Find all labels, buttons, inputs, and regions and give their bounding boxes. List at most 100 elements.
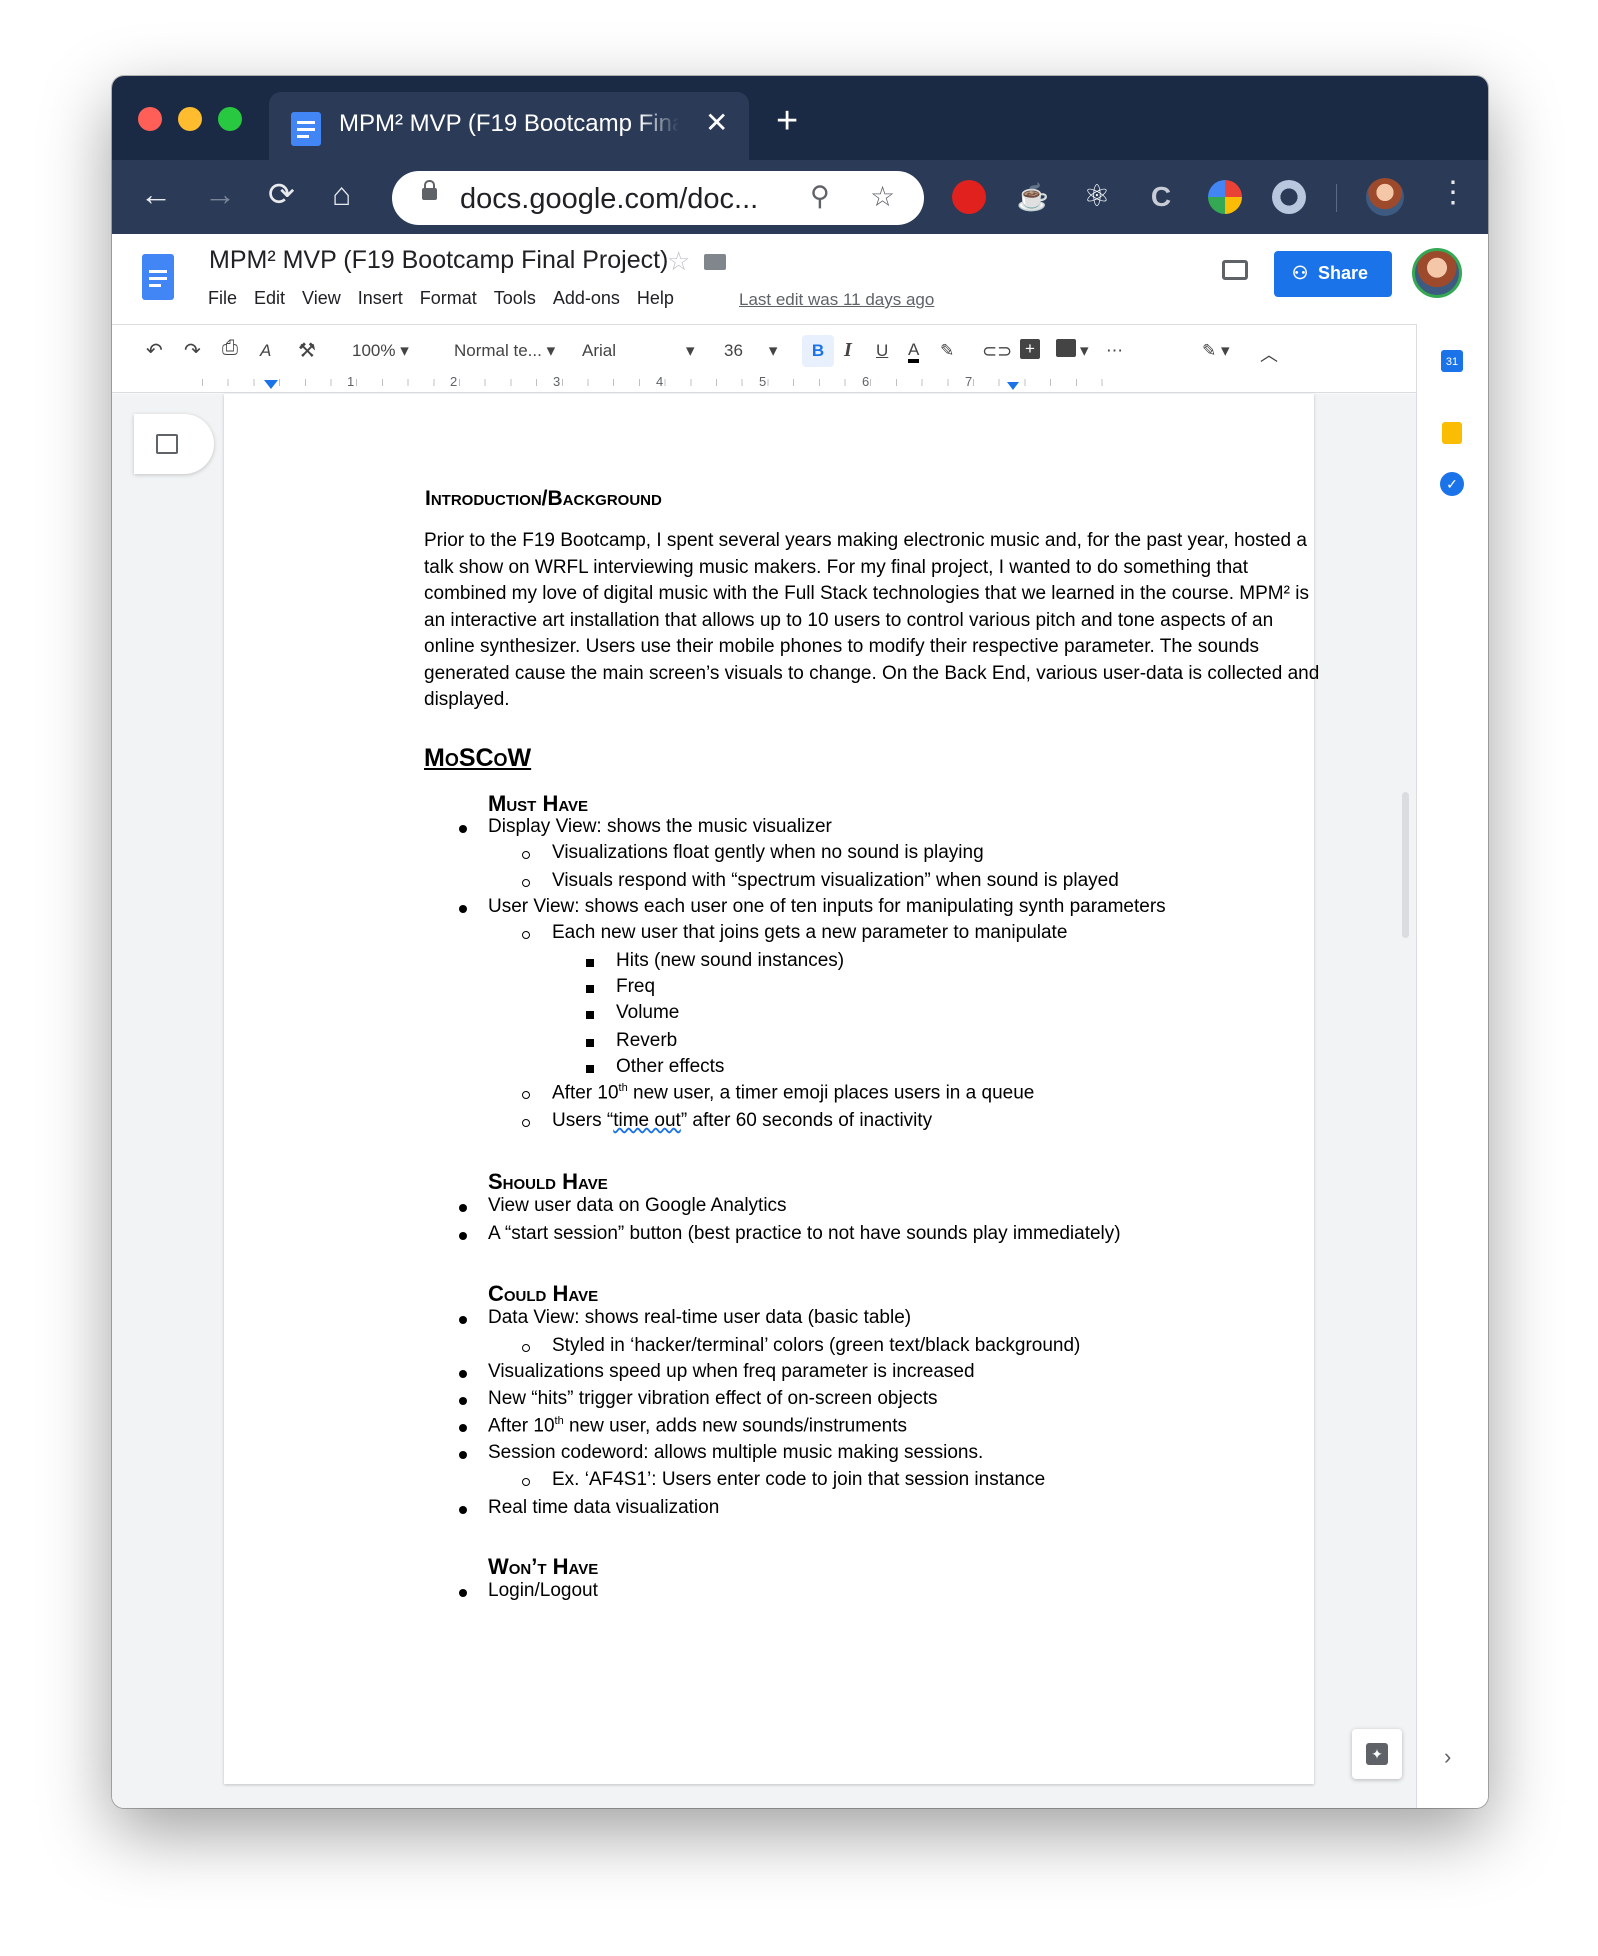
- folder-icon[interactable]: [704, 254, 726, 270]
- editing-mode-icon[interactable]: ✎ ▾: [1202, 341, 1230, 361]
- react-devtools-icon[interactable]: ⚛: [1080, 180, 1114, 214]
- list-item: Users “time out” after 60 seconds of ina…: [552, 1110, 932, 1132]
- list-item: Hits (new sound instances): [616, 950, 845, 971]
- explore-button[interactable]: ✦: [1352, 1729, 1402, 1779]
- ordinal-suffix: th: [554, 1415, 564, 1427]
- browser-menu-icon[interactable]: ⋮: [1438, 178, 1468, 208]
- left-indent-marker[interactable]: [264, 380, 278, 389]
- ruler-label: 2: [450, 374, 458, 389]
- spellcheck-icon[interactable]: A: [260, 341, 271, 361]
- underline-button[interactable]: U: [876, 341, 888, 361]
- keep-icon[interactable]: [1442, 422, 1462, 444]
- list-item: Styled in ‘hacker/terminal’ colors (gree…: [552, 1335, 1081, 1356]
- sync-extension-icon[interactable]: [1272, 180, 1306, 214]
- more-icon[interactable]: ⋯: [1106, 341, 1123, 361]
- right-indent-marker[interactable]: [1007, 382, 1019, 390]
- circle-bullet: [522, 1478, 530, 1486]
- close-window-button[interactable]: [138, 107, 162, 131]
- should-have-heading: Should Have: [488, 1169, 608, 1194]
- document-page[interactable]: Introduction/Background Prior to the F19…: [224, 394, 1319, 1784]
- editing-toolbar: ↶ ↷ ⎙ A ⚒ 100% ▾ Normal te... ▾ Arial ▾ 3…: [112, 324, 1416, 377]
- square-bullet: [586, 1011, 594, 1019]
- zoom-window-button[interactable]: [218, 107, 242, 131]
- could-have-heading: Could Have: [488, 1281, 599, 1306]
- menu-tools[interactable]: Tools: [494, 288, 536, 308]
- after-prefix: After 10: [488, 1415, 555, 1437]
- intro-line: talk show on WRFL interviewing music mak…: [424, 557, 1249, 578]
- style-select[interactable]: Normal te... ▾: [454, 341, 555, 361]
- home-icon[interactable]: ⌂: [332, 178, 351, 210]
- share-button[interactable]: Share ⚇: [1274, 251, 1392, 297]
- account-avatar[interactable]: [1412, 248, 1462, 298]
- menu-edit[interactable]: Edit: [254, 288, 285, 308]
- image-dropdown-icon[interactable]: ▾: [1080, 341, 1089, 361]
- italic-button[interactable]: I: [844, 339, 852, 362]
- timeout-prefix: Users “: [552, 1110, 614, 1131]
- menu-file[interactable]: File: [208, 288, 237, 308]
- paint-format-icon[interactable]: ⚒: [298, 338, 316, 363]
- menu-format[interactable]: Format: [420, 288, 477, 308]
- circle-bullet: [522, 1344, 530, 1352]
- menu-insert[interactable]: Insert: [358, 288, 403, 308]
- list-item: Each new user that joins gets a new para…: [552, 922, 1068, 943]
- font-size-value: 36: [724, 341, 743, 360]
- tasks-icon[interactable]: ✓: [1440, 472, 1464, 496]
- adblock-extension-icon[interactable]: [952, 180, 986, 214]
- print-icon[interactable]: ⎙: [222, 337, 238, 360]
- bullet: [459, 1232, 467, 1240]
- colorful-extension-icon[interactable]: [1208, 180, 1242, 214]
- text-color-button[interactable]: A: [908, 341, 920, 363]
- google-docs-logo-icon[interactable]: [142, 254, 174, 300]
- bullet: [459, 1370, 467, 1378]
- bullet: [459, 905, 467, 913]
- reload-icon[interactable]: ⟳: [268, 178, 295, 210]
- font-size-select[interactable]: 36 ▾: [724, 341, 777, 361]
- java-extension-icon[interactable]: ☕: [1016, 180, 1050, 214]
- codeium-extension-icon[interactable]: C: [1144, 180, 1178, 214]
- menu-view[interactable]: View: [302, 288, 341, 308]
- link-icon[interactable]: ⊂⊃: [982, 341, 1012, 362]
- collapse-menus-icon[interactable]: ︿: [1260, 341, 1278, 367]
- square-bullet: [586, 1065, 594, 1073]
- redo-icon[interactable]: ↷: [184, 338, 201, 363]
- back-arrow-icon[interactable]: ←: [140, 178, 172, 210]
- add-comment-icon[interactable]: +: [1020, 339, 1040, 359]
- docs-header: MPM² MVP (F19 Bootcamp Final Project) ☆ …: [112, 234, 1488, 324]
- bullet: [459, 1316, 467, 1324]
- document-title[interactable]: MPM² MVP (F19 Bootcamp Final Project): [209, 246, 668, 275]
- list-item: Reverb: [616, 1030, 678, 1051]
- star-icon[interactable]: ☆: [667, 246, 690, 277]
- expand-panel-icon[interactable]: ›: [1444, 1744, 1451, 1770]
- calendar-icon[interactable]: 31: [1441, 350, 1463, 372]
- circle-bullet: [522, 1119, 530, 1127]
- list-item: Visuals respond with “spectrum visualiza…: [552, 870, 1119, 891]
- font-select[interactable]: Arial ▾: [582, 341, 695, 361]
- list-item: Login/Logout: [488, 1580, 598, 1601]
- outline-button[interactable]: [134, 414, 214, 474]
- zoom-icon[interactable]: ⚲: [810, 181, 830, 212]
- menu-addons[interactable]: Add-ons: [553, 288, 620, 308]
- last-edit-link[interactable]: Last edit was 11 days ago: [739, 290, 934, 310]
- minimize-window-button[interactable]: [178, 107, 202, 131]
- forward-arrow-icon[interactable]: →: [204, 178, 236, 210]
- browser-tab[interactable]: MPM² MVP (F19 Bootcamp Final Project) ✕: [269, 92, 749, 160]
- new-tab-button[interactable]: +: [776, 102, 798, 140]
- ruler[interactable]: 1 2 3 4 5 6 7: [112, 374, 1416, 393]
- zoom-select[interactable]: 100% ▾: [352, 341, 409, 361]
- comments-icon[interactable]: [1222, 260, 1248, 280]
- menu-help[interactable]: Help: [637, 288, 674, 308]
- toolbar-divider: [1336, 184, 1337, 212]
- insert-image-icon[interactable]: [1056, 339, 1076, 357]
- bookmark-star-icon[interactable]: ☆: [870, 180, 895, 213]
- spellcheck-word[interactable]: time out: [613, 1110, 681, 1131]
- bullet: [459, 1589, 467, 1597]
- undo-icon[interactable]: ↶: [146, 338, 163, 363]
- browser-toolbar: ← → ⟳ ⌂ docs.google.com/doc... ⚲ ☆ ☕ ⚛ C…: [112, 160, 1488, 234]
- vertical-scrollbar-thumb[interactable]: [1402, 792, 1409, 938]
- side-panel: 31 ✓ ›: [1416, 324, 1488, 1808]
- highlight-icon[interactable]: ✎: [940, 341, 954, 361]
- bold-button[interactable]: B: [802, 335, 834, 367]
- address-bar[interactable]: docs.google.com/doc... ⚲ ☆: [392, 171, 924, 225]
- close-tab-icon[interactable]: ✕: [705, 106, 728, 139]
- profile-avatar[interactable]: [1366, 178, 1404, 216]
